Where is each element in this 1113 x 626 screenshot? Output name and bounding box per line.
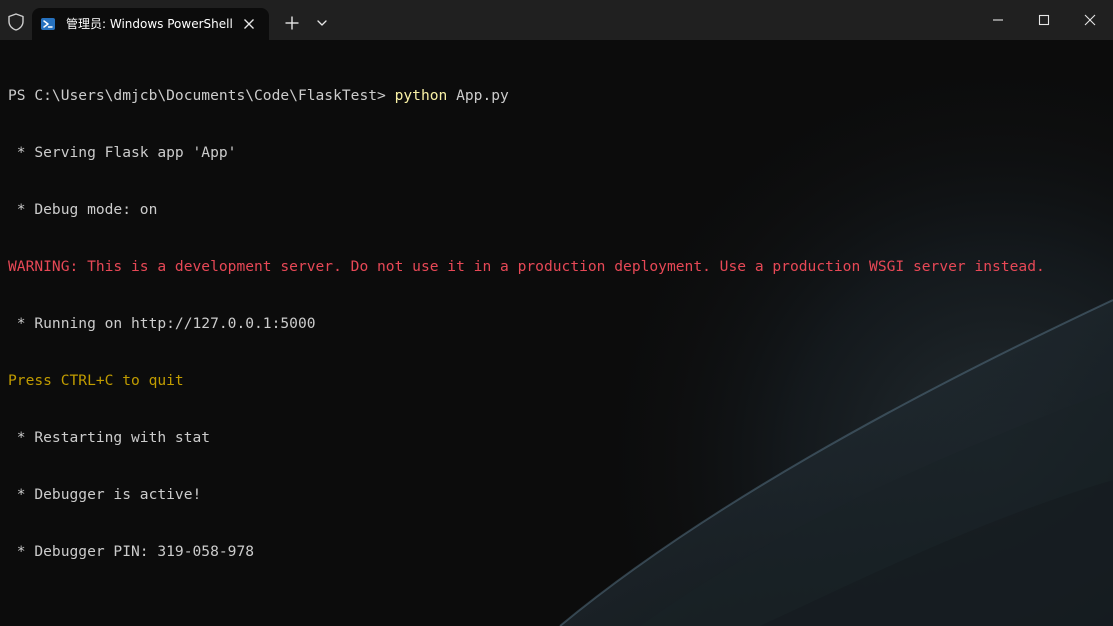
close-icon: [1084, 14, 1096, 26]
output-line: * Debug mode: on: [8, 201, 158, 218]
terminal-output-area[interactable]: PS C:\Users\dmjcb\Documents\Code\FlaskTe…: [0, 40, 1113, 626]
quit-hint-line: Press CTRL+C to quit: [8, 372, 184, 389]
shield-icon: [6, 12, 26, 32]
plus-icon: [285, 16, 299, 30]
new-tab-button[interactable]: [282, 13, 302, 33]
tab-powershell[interactable]: 管理员: Windows PowerShell: [32, 8, 269, 40]
close-window-button[interactable]: [1067, 0, 1113, 40]
terminal-window: 管理员: Windows PowerShell PS C:\Users\dmjc…: [0, 0, 1113, 626]
maximize-button[interactable]: [1021, 0, 1067, 40]
title-bar[interactable]: 管理员: Windows PowerShell: [0, 0, 1113, 40]
command-args: App.py: [447, 87, 509, 104]
output-line: * Debugger PIN: 319-058-978: [8, 543, 255, 560]
output-line: * Serving Flask app 'App': [8, 144, 237, 161]
minimize-button[interactable]: [975, 0, 1021, 40]
tab-dropdown-button[interactable]: [314, 15, 330, 31]
prompt: PS C:\Users\dmjcb\Documents\Code\FlaskTe…: [8, 87, 395, 104]
output-line: * Running on http://127.0.0.1:5000: [8, 315, 316, 332]
prompt-line: PS C:\Users\dmjcb\Documents\Code\FlaskTe…: [8, 86, 1045, 105]
maximize-icon: [1038, 14, 1050, 26]
tab-title: 管理员: Windows PowerShell: [66, 17, 233, 31]
output-line: * Restarting with stat: [8, 429, 211, 446]
minimize-icon: [993, 19, 1003, 21]
output-line: * Debugger is active!: [8, 486, 202, 503]
close-tab-icon[interactable]: [240, 15, 258, 33]
command-name: python: [394, 87, 448, 104]
warning-line: WARNING: This is a development server. D…: [8, 258, 1045, 275]
terminal-text: PS C:\Users\dmjcb\Documents\Code\FlaskTe…: [8, 48, 1045, 599]
powershell-icon: [41, 17, 55, 31]
chevron-down-icon: [317, 20, 327, 26]
